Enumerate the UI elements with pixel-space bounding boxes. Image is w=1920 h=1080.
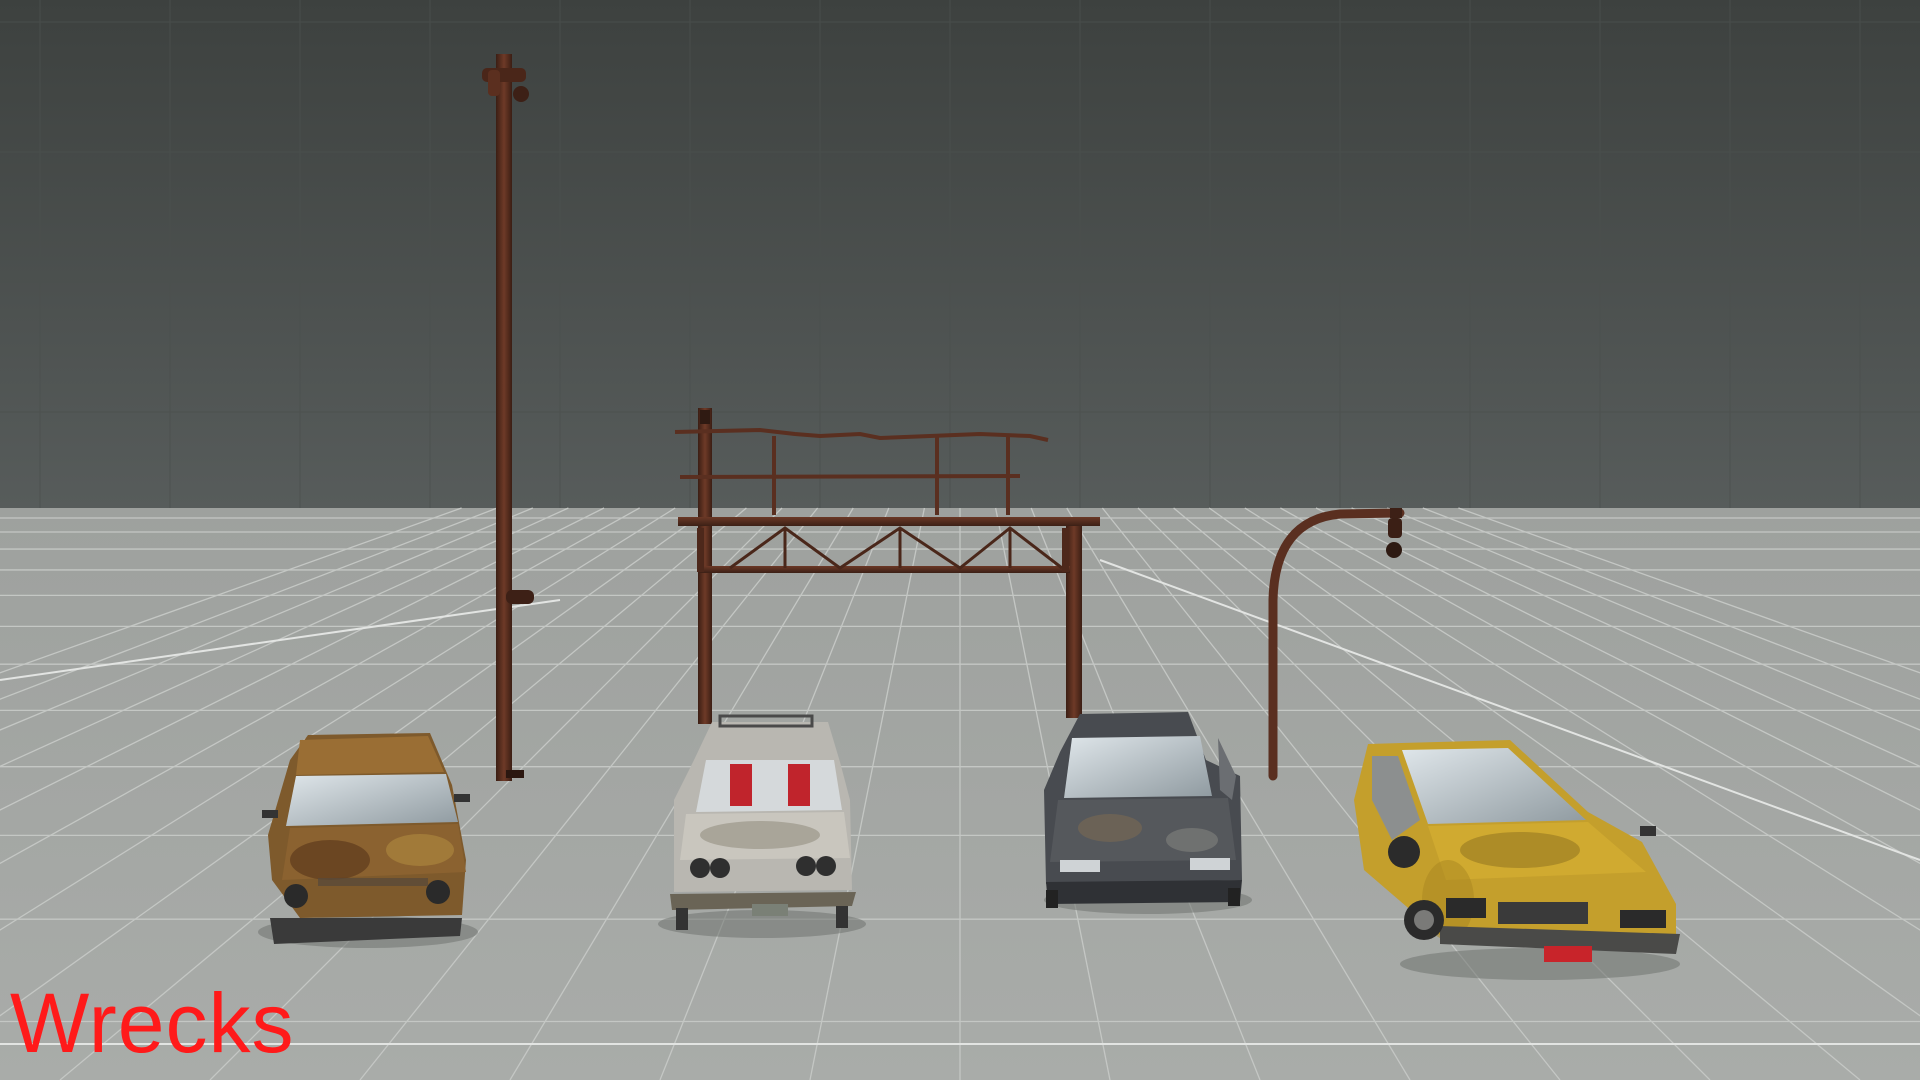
caption-label: Wrecks	[10, 976, 294, 1070]
sky-backdrop	[0, 0, 1920, 508]
viewport-scene: Wrecks	[0, 0, 1920, 1080]
